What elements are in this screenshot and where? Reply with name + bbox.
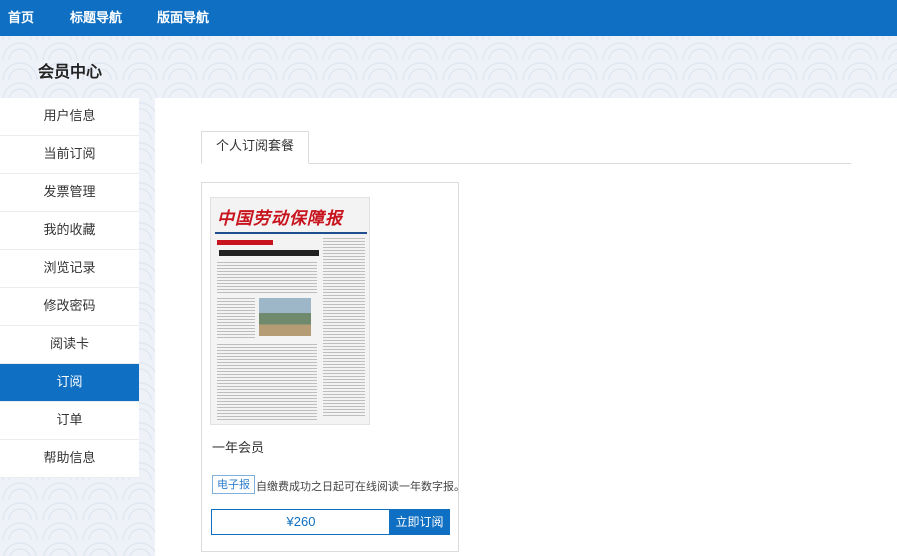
nav-home-link[interactable]: 首页 xyxy=(8,0,34,36)
page-title: 会员中心 xyxy=(38,62,103,81)
cover-text-block xyxy=(323,238,365,418)
sidebar-item-history[interactable]: 浏览记录 xyxy=(0,250,139,288)
sidebar-item-subscribe[interactable]: 订阅 xyxy=(0,364,139,402)
sidebar-item-current-subscription[interactable]: 当前订阅 xyxy=(0,136,139,174)
product-description: 自缴费成功之日起可在线阅读一年数字报。 xyxy=(256,480,465,493)
product-name: 一年会员 xyxy=(212,441,265,456)
sidebar-item-orders[interactable]: 订单 xyxy=(0,402,139,440)
sidebar-item-reading-card[interactable]: 阅读卡 xyxy=(0,326,139,364)
subscribe-now-button[interactable]: 立即订阅 xyxy=(389,509,450,535)
sidebar-item-user-info[interactable]: 用户信息 xyxy=(0,98,139,136)
newspaper-cover-image[interactable]: 中国劳动保障报 xyxy=(210,197,370,425)
cover-masthead: 中国劳动保障报 xyxy=(217,209,343,229)
sidebar-item-invoice[interactable]: 发票管理 xyxy=(0,174,139,212)
price-box: ¥260 xyxy=(211,509,391,535)
cover-text-block xyxy=(217,262,317,294)
main-content: 个人订阅套餐 中国劳动保障报 一年会员 电子报 自缴费成功之日起可在线阅读一年数… xyxy=(155,98,897,556)
product-card: 中国劳动保障报 一年会员 电子报 自缴费成功之日起可在线阅读一年数字报。 ¥26… xyxy=(201,182,465,552)
sidebar-item-help[interactable]: 帮助信息 xyxy=(0,440,139,478)
cover-red-bar xyxy=(217,240,273,245)
cover-text-block xyxy=(217,344,317,420)
tab-personal-package[interactable]: 个人订阅套餐 xyxy=(201,131,309,164)
cover-rule xyxy=(215,232,367,234)
nav-layout-link[interactable]: 版面导航 xyxy=(157,0,209,36)
sidebar-item-change-password[interactable]: 修改密码 xyxy=(0,288,139,326)
cover-headline xyxy=(219,250,319,256)
nav-title-link[interactable]: 标题导航 xyxy=(70,0,122,36)
tab-bar: 个人订阅套餐 xyxy=(201,131,851,164)
cover-photo xyxy=(259,298,311,336)
cover-text-block xyxy=(217,298,255,338)
sidebar: 用户信息 当前订阅 发票管理 我的收藏 浏览记录 修改密码 阅读卡 订阅 订单 … xyxy=(0,98,139,478)
top-nav-bar: 首页 标题导航 版面导航 xyxy=(0,0,897,36)
sidebar-item-favorites[interactable]: 我的收藏 xyxy=(0,212,139,250)
e-paper-tag: 电子报 xyxy=(212,475,255,494)
